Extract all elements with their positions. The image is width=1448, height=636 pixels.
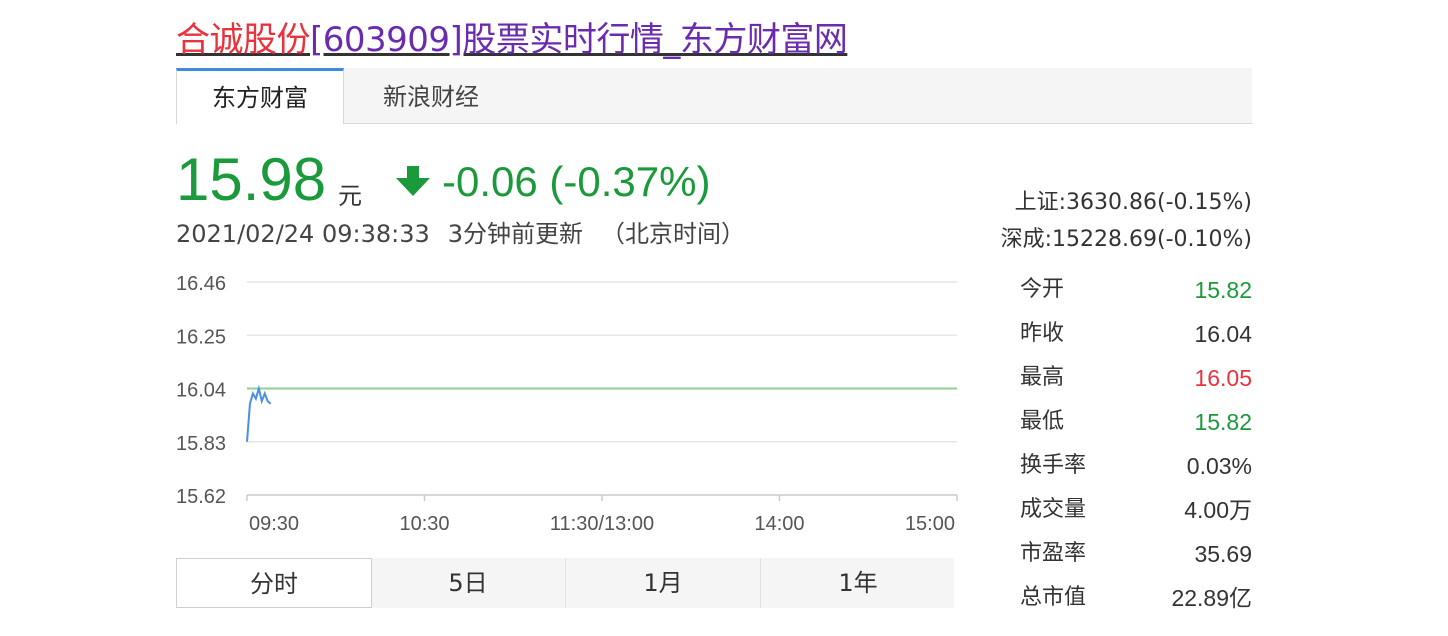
stat-label: 今开 xyxy=(1020,277,1065,302)
market-indices: 上证:3630.86(-0.15%) 深成:15228.69(-0.10%) xyxy=(1001,184,1252,258)
stat-row: 今开 15.82 xyxy=(1020,268,1252,312)
stat-row: 昨收 16.04 xyxy=(1020,312,1252,356)
price-line xyxy=(246,384,272,442)
current-price: 15.98 xyxy=(176,146,327,213)
stat-row: 换手率 0.03% xyxy=(1020,444,1252,488)
update-time: 2021/02/24 09:38:33 3分钟前更新 （北京时间） xyxy=(176,218,745,250)
stat-value: 16.04 xyxy=(1194,321,1252,347)
x-tick-label: 14:00 xyxy=(754,513,804,535)
stat-value: 4.00万 xyxy=(1184,497,1252,523)
stock-name[interactable]: 合诚股份 xyxy=(176,20,311,60)
timezone-note: （北京时间） xyxy=(601,220,746,248)
quote-date: 2021/02/24 09:38:33 xyxy=(176,220,430,248)
x-tick-label: 10:30 xyxy=(399,513,449,535)
x-tick-label: 15:00 xyxy=(905,513,955,535)
intraday-chart[interactable]: 16.46 16.25 16.04 15.83 15.62 09:30 10:30 11:30… xyxy=(170,262,970,542)
stat-label: 最高 xyxy=(1020,365,1065,390)
y-tick-label: 15.83 xyxy=(176,433,226,455)
stat-row: 最高 16.05 xyxy=(1020,356,1252,400)
stat-label: 总市值 xyxy=(1020,585,1087,610)
stat-value: 22.89亿 xyxy=(1171,585,1252,611)
tab-1year[interactable]: 1年 xyxy=(761,558,955,608)
period-tabs: 分时 5日 1月 1年 xyxy=(176,558,954,608)
stat-row: 市盈率 35.69 xyxy=(1020,532,1252,576)
stat-row: 总市值 22.89亿 xyxy=(1020,576,1252,620)
stat-value: 35.69 xyxy=(1194,541,1252,567)
stat-row: 最低 15.82 xyxy=(1020,400,1252,444)
index-shanghai[interactable]: 上证:3630.86(-0.15%) xyxy=(1001,184,1252,221)
x-tick-label: 11:30/13:00 xyxy=(550,513,654,535)
stat-value: 0.03% xyxy=(1186,453,1252,479)
stat-value: 16.05 xyxy=(1194,365,1252,391)
tab-intraday[interactable]: 分时 xyxy=(176,558,372,608)
stat-label: 市盈率 xyxy=(1020,541,1087,566)
x-tick-label: 09:30 xyxy=(249,513,299,535)
tab-sina[interactable]: 新浪财经 xyxy=(376,68,486,123)
stat-label: 成交量 xyxy=(1020,497,1087,522)
stat-label: 昨收 xyxy=(1020,321,1065,346)
tab-eastmoney[interactable]: 东方财富 xyxy=(176,68,344,124)
index-shenzhen[interactable]: 深成:15228.69(-0.10%) xyxy=(1001,221,1252,258)
price-unit: 元 xyxy=(338,182,362,210)
stat-label: 换手率 xyxy=(1020,453,1087,478)
stock-title-rest[interactable]: [603909]股票实时行情_东方财富网 xyxy=(310,20,848,60)
stat-row: 成交量 4.00万 xyxy=(1020,488,1252,532)
y-tick-label: 15.62 xyxy=(176,486,226,508)
source-tabs: 东方财富 新浪财经 xyxy=(176,68,1252,124)
stat-value: 15.82 xyxy=(1194,409,1252,435)
stats-panel: 今开 15.82 昨收 16.04 最高 16.05 最低 15.82 换手率 0.03%… xyxy=(1020,268,1252,620)
y-tick-label: 16.04 xyxy=(176,380,226,402)
y-tick-label: 16.25 xyxy=(176,326,226,348)
price-change: -0.06 (-0.37%) xyxy=(442,158,711,205)
tab-5day[interactable]: 5日 xyxy=(371,558,565,608)
y-tick-label: 16.46 xyxy=(176,273,226,295)
arrow-down-icon xyxy=(396,166,430,196)
tab-1month[interactable]: 1月 xyxy=(566,558,760,608)
update-status: 3分钟前更新 xyxy=(447,220,584,248)
stat-label: 最低 xyxy=(1020,409,1065,434)
stat-value: 15.82 xyxy=(1194,277,1252,303)
page-title-link[interactable]: 合诚股份[603909]股票实时行情_东方财富网 xyxy=(176,18,848,62)
